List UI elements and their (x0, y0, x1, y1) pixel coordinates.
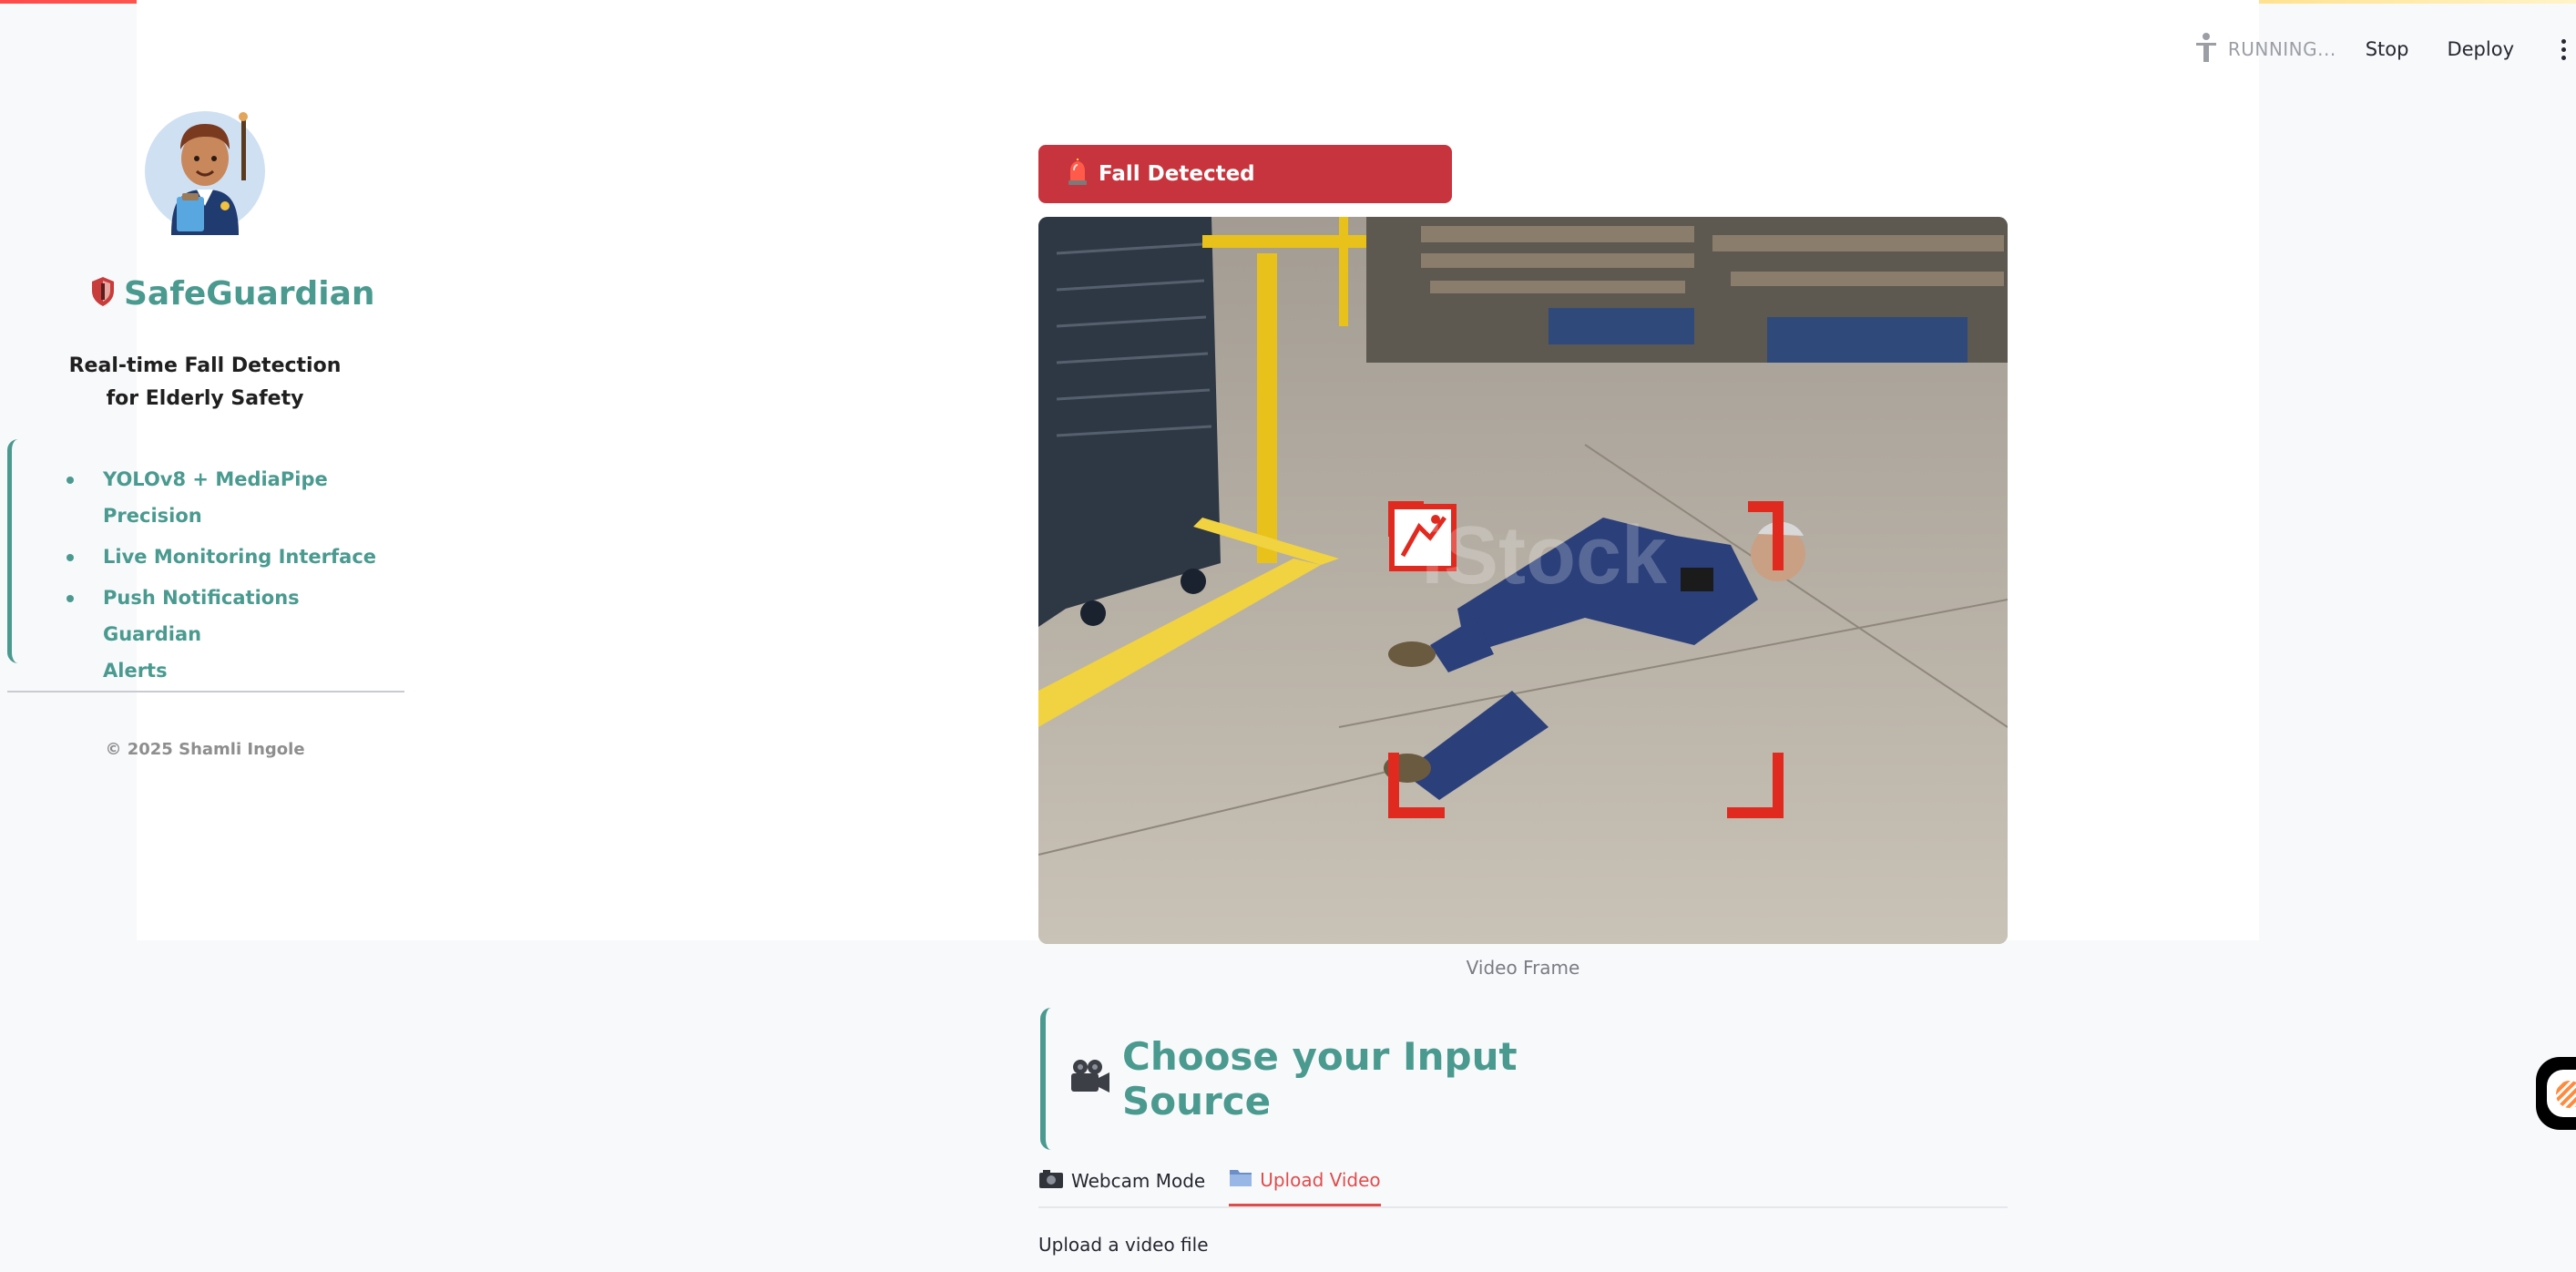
copyright-text: © 2025 Shamli Ingole (105, 740, 305, 759)
running-status: RUNNING... (2193, 32, 2336, 67)
video-frame-image: iStock (1038, 217, 2008, 944)
feature-item: Push Notifications Guardian Alerts (12, 580, 376, 689)
svg-text:iStock: iStock (1421, 510, 1668, 601)
deploy-button[interactable]: Deploy (2447, 38, 2514, 60)
folder-icon (1229, 1167, 1252, 1192)
siren-icon (1066, 159, 1089, 190)
widget-logo-icon (2556, 1081, 2576, 1108)
kebab-menu-icon[interactable] (2552, 38, 2574, 60)
feature-list: YOLOv8 + MediaPipe Precision Live Monito… (7, 439, 376, 682)
input-source-section: Choose your Input Source (1040, 1008, 1623, 1150)
sidebar-divider (7, 691, 404, 692)
tab-webcam-label: Webcam Mode (1071, 1170, 1206, 1192)
tab-upload-video[interactable]: Upload Video (1229, 1155, 1381, 1206)
floating-widget-button[interactable] (2536, 1057, 2576, 1130)
tagline-line2: for Elderly Safety (106, 387, 304, 410)
alert-text: Fall Detected (1099, 162, 1255, 186)
feature-item: YOLOv8 + MediaPipe Precision (12, 461, 376, 534)
upload-file-label: Upload a video file (1038, 1234, 1209, 1256)
app-header-toolbar: RUNNING... Stop Deploy (2193, 27, 2576, 71)
running-status-text: RUNNING... (2227, 38, 2336, 60)
tab-webcam-mode[interactable]: Webcam Mode (1038, 1155, 1205, 1206)
guardian-avatar (137, 98, 273, 235)
movie-camera-icon (1069, 1059, 1111, 1099)
app-tagline: Real-time Fall Detection for Elderly Saf… (55, 350, 355, 415)
shield-icon (91, 276, 115, 311)
tab-upload-label: Upload Video (1260, 1168, 1381, 1191)
video-frame-caption: Video Frame (1466, 957, 1580, 979)
stop-button[interactable]: Stop (2366, 38, 2409, 60)
camera-icon (1038, 1169, 1064, 1194)
section-title: Choose your Input Source (1122, 1034, 1518, 1123)
input-source-tabs: Webcam Mode Upload Video (1038, 1155, 2008, 1208)
app-name: SafeGuardian (124, 274, 375, 313)
running-person-icon (2193, 32, 2219, 67)
feature-item-line: Push Notifications Guardian (103, 587, 300, 645)
tagline-line1: Real-time Fall Detection (68, 354, 342, 377)
fall-alert-banner: Fall Detected (1038, 145, 1452, 203)
feature-item: Live Monitoring Interface (12, 539, 376, 575)
sidebar-brand: SafeGuardian (91, 270, 375, 317)
feature-item-line: Alerts (103, 660, 168, 682)
